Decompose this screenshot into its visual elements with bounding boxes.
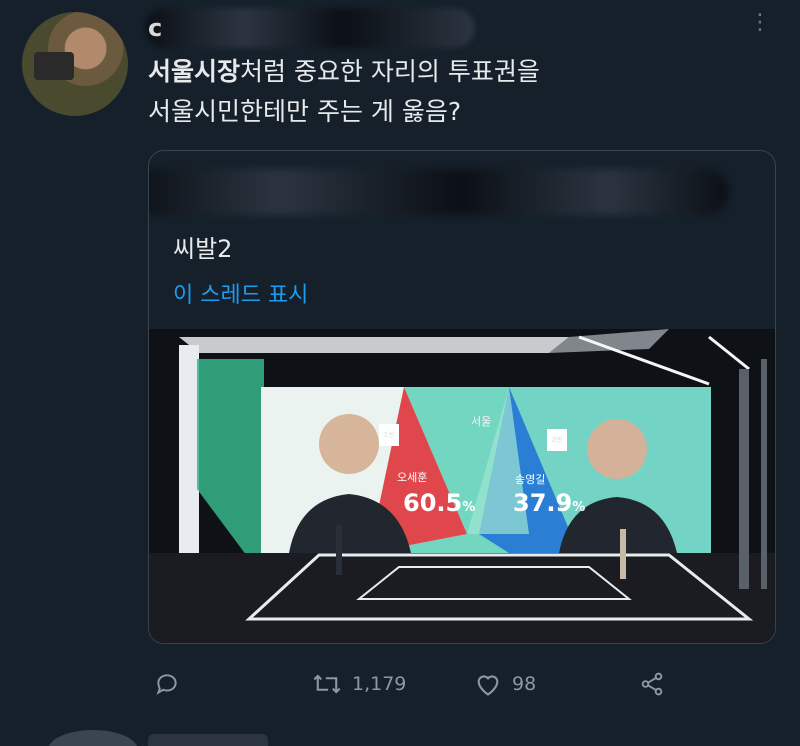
show-thread-link[interactable]: 이 스레드 표시 — [173, 277, 308, 309]
region-label: 서울 — [471, 415, 492, 428]
right-candidate-badge: 2번 — [547, 429, 567, 451]
quote-text: 씨발2 — [173, 235, 233, 263]
retweet-count: 1,179 — [352, 673, 407, 695]
heart-icon — [477, 675, 499, 696]
broadcast-studio-scene — [149, 329, 775, 643]
reply-button[interactable] — [154, 671, 180, 697]
quote-media-image[interactable]: 서울 1번 2번 오세훈 송영길 60.5% 37.9% — [149, 329, 775, 643]
avatar-image-detail — [34, 52, 74, 80]
tweet-text-bold: 서울시장 — [148, 57, 241, 86]
retweet-button[interactable]: 1,179 — [312, 671, 406, 697]
next-tweet-avatar[interactable] — [48, 730, 138, 746]
next-tweet-author — [148, 734, 268, 746]
like-button[interactable]: 98 — [474, 671, 536, 697]
right-candidate-percent: 37.9% — [513, 489, 586, 517]
tweet-text-line2: 서울시민한테만 주는 게 옳음? — [148, 97, 462, 126]
author-name-fragment: c — [148, 14, 163, 42]
reply-icon — [156, 674, 177, 695]
left-candidate-percent: 60.5% — [403, 489, 476, 517]
share-icon — [641, 672, 663, 696]
author-avatar[interactable] — [22, 12, 128, 116]
quote-tweet-card[interactable]: 씨발2 이 스레드 표시 서울 1번 2번 오세훈 송영길 60.5% 37.9… — [148, 150, 776, 644]
tweet-text-line1: 처럼 중요한 자리의 투표권을 — [240, 57, 540, 86]
left-candidate-name: 오세훈 — [397, 471, 428, 484]
tweet-actions-bar: 1,179 98 — [148, 664, 708, 704]
retweet-icon — [313, 674, 341, 694]
like-count: 98 — [512, 673, 537, 695]
author-name-redacted — [145, 8, 475, 48]
right-candidate-name: 송영길 — [515, 473, 546, 486]
quote-author-redacted — [149, 169, 729, 215]
more-vert-icon[interactable]: ⋮ — [749, 10, 772, 35]
tweet-text: 서울시장처럼 중요한 자리의 투표권을 서울시민한테만 주는 게 옳음? — [148, 52, 748, 132]
share-button[interactable] — [638, 671, 666, 697]
left-candidate-badge: 1번 — [379, 424, 399, 446]
